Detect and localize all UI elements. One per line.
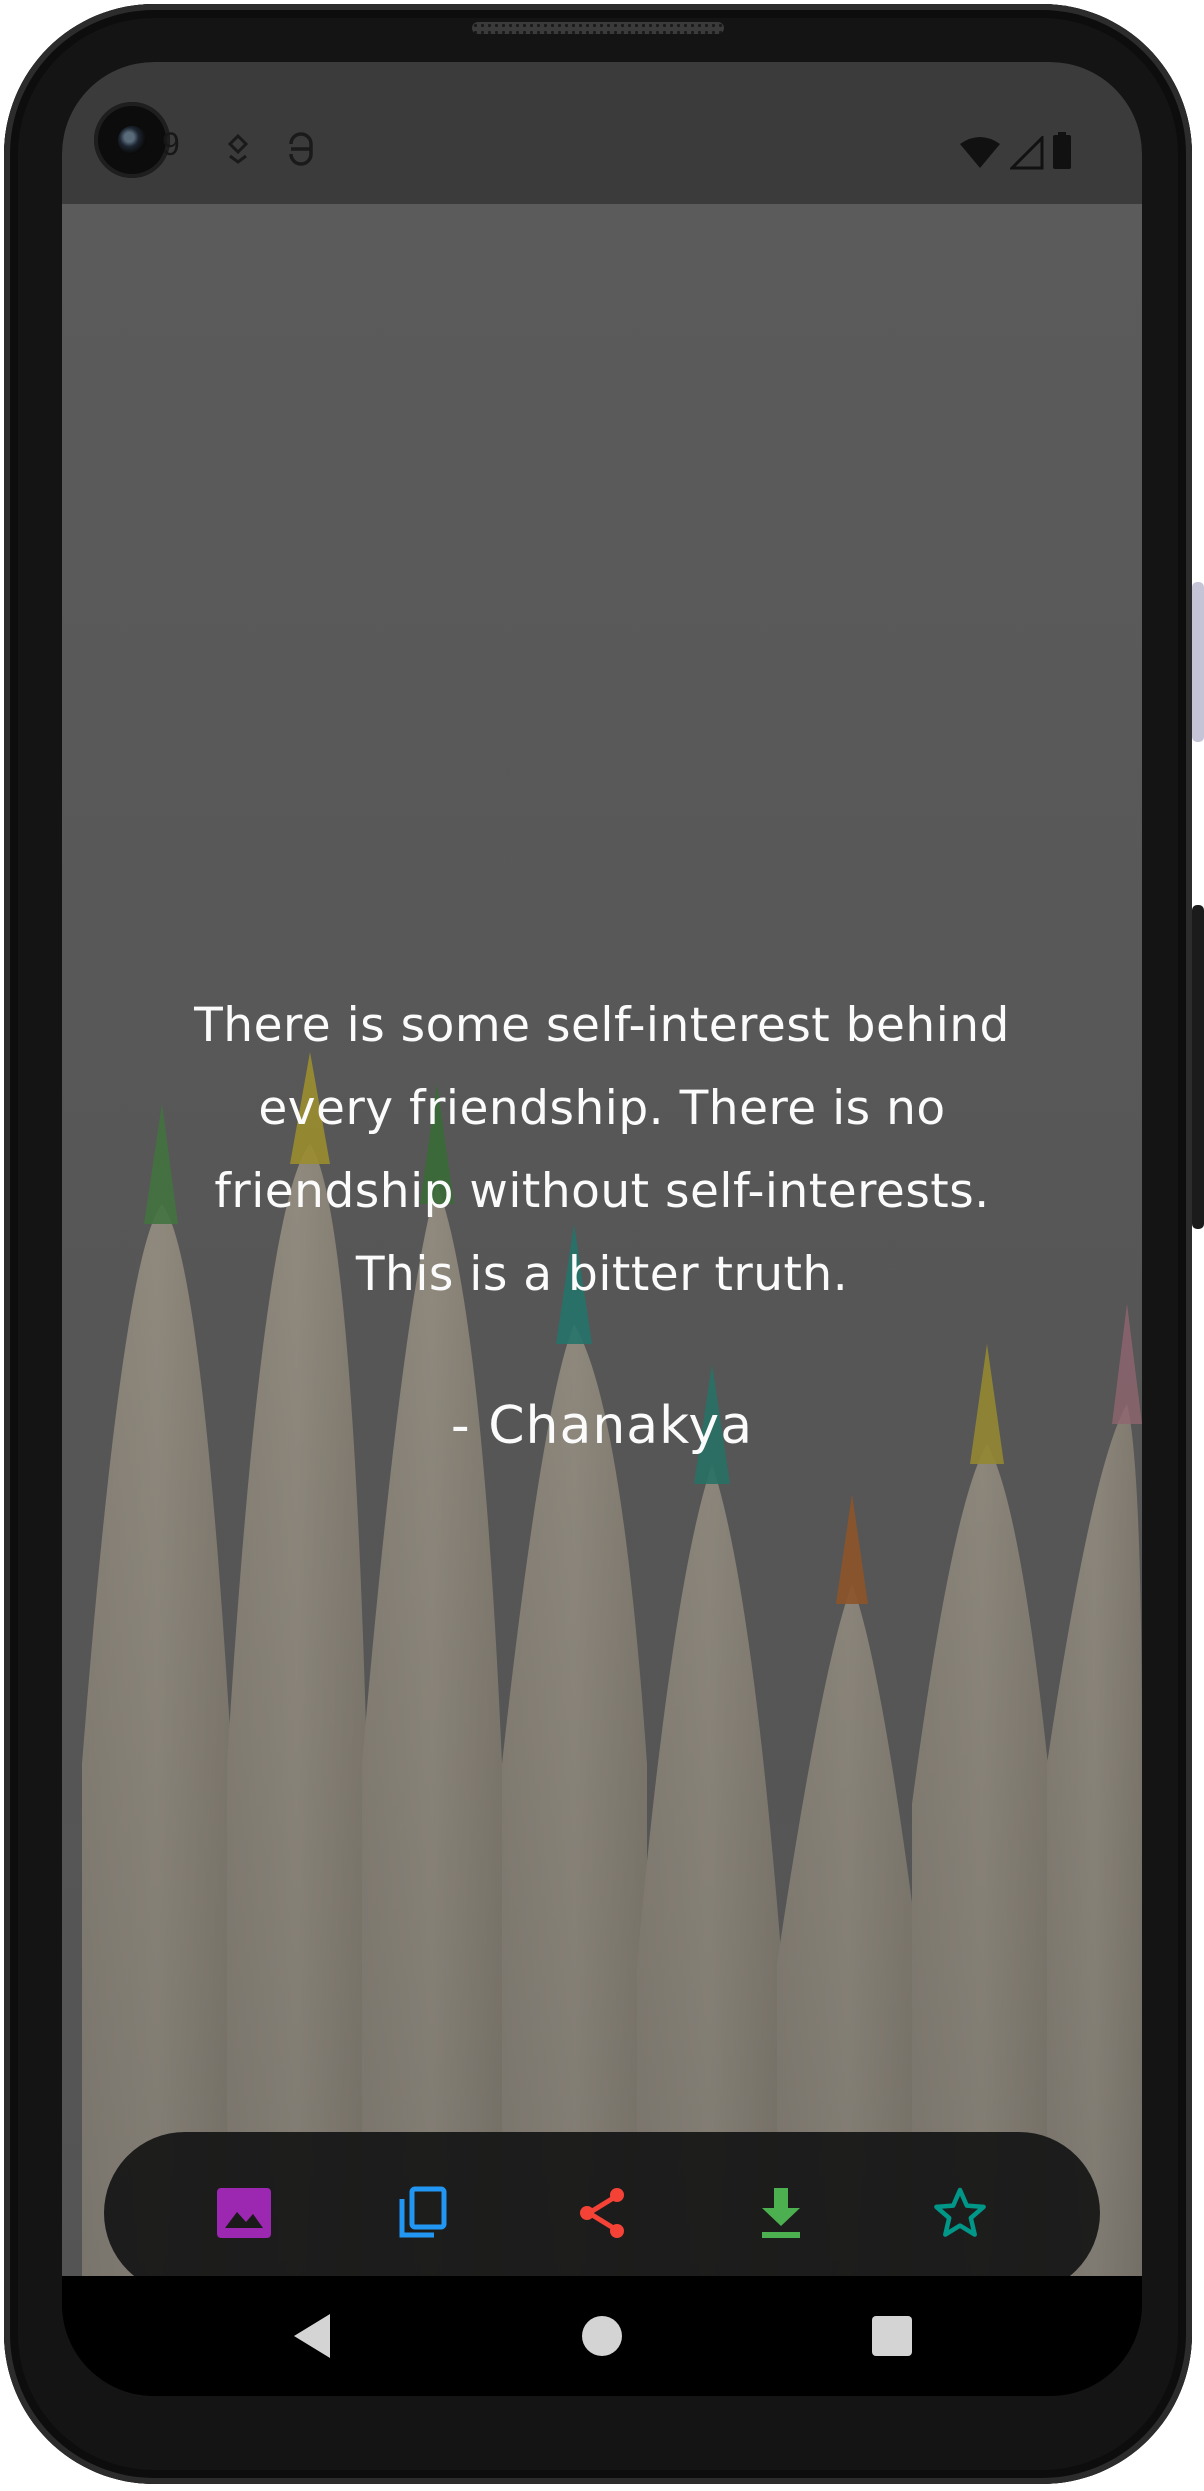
status-bar: 9 xyxy=(62,62,1142,204)
quote-line: There is some self-interest behind xyxy=(194,998,1010,1053)
share-button[interactable] xyxy=(557,2168,647,2258)
set-wallpaper-button[interactable] xyxy=(199,2168,289,2258)
image-icon xyxy=(216,2188,271,2238)
star-icon xyxy=(934,2187,987,2237)
vpn-icon xyxy=(289,132,313,166)
action-bar xyxy=(104,2132,1100,2276)
quote-line: friendship without self-interests. xyxy=(214,1164,990,1219)
notification-icon xyxy=(227,133,249,164)
home-button[interactable] xyxy=(572,2306,632,2366)
battery-icon xyxy=(1053,132,1071,169)
earpiece-speaker xyxy=(472,22,724,34)
recents-button[interactable] xyxy=(862,2306,922,2366)
quote-background: There is some self-interest behind every… xyxy=(62,204,1142,2276)
status-time: 9 xyxy=(162,126,180,162)
quote-line: This is a bitter truth. xyxy=(355,1247,849,1302)
signal-icon xyxy=(1010,136,1044,170)
home-icon xyxy=(582,2316,622,2356)
quote-line: every friendship. There is no xyxy=(258,1081,946,1136)
copy-icon xyxy=(399,2186,447,2238)
copy-button[interactable] xyxy=(378,2168,468,2258)
quote-text: There is some self-interest behind every… xyxy=(102,984,1102,1316)
power-button xyxy=(1192,905,1204,1229)
front-camera xyxy=(94,102,170,178)
wifi-icon xyxy=(960,137,1000,168)
back-button[interactable] xyxy=(282,2306,342,2366)
screen: 9 There is some self-interest behind eve… xyxy=(62,62,1142,2396)
volume-button xyxy=(1192,582,1204,742)
back-icon xyxy=(294,2314,330,2358)
quote-author: - Chanakya xyxy=(450,1396,754,1456)
download-icon xyxy=(762,2188,801,2238)
recents-icon xyxy=(872,2316,912,2356)
download-button[interactable] xyxy=(736,2168,826,2258)
quote-container: There is some self-interest behind every… xyxy=(102,984,1102,1456)
navigation-bar xyxy=(62,2276,1142,2396)
share-icon xyxy=(579,2188,624,2238)
favorite-button[interactable] xyxy=(915,2168,1005,2258)
